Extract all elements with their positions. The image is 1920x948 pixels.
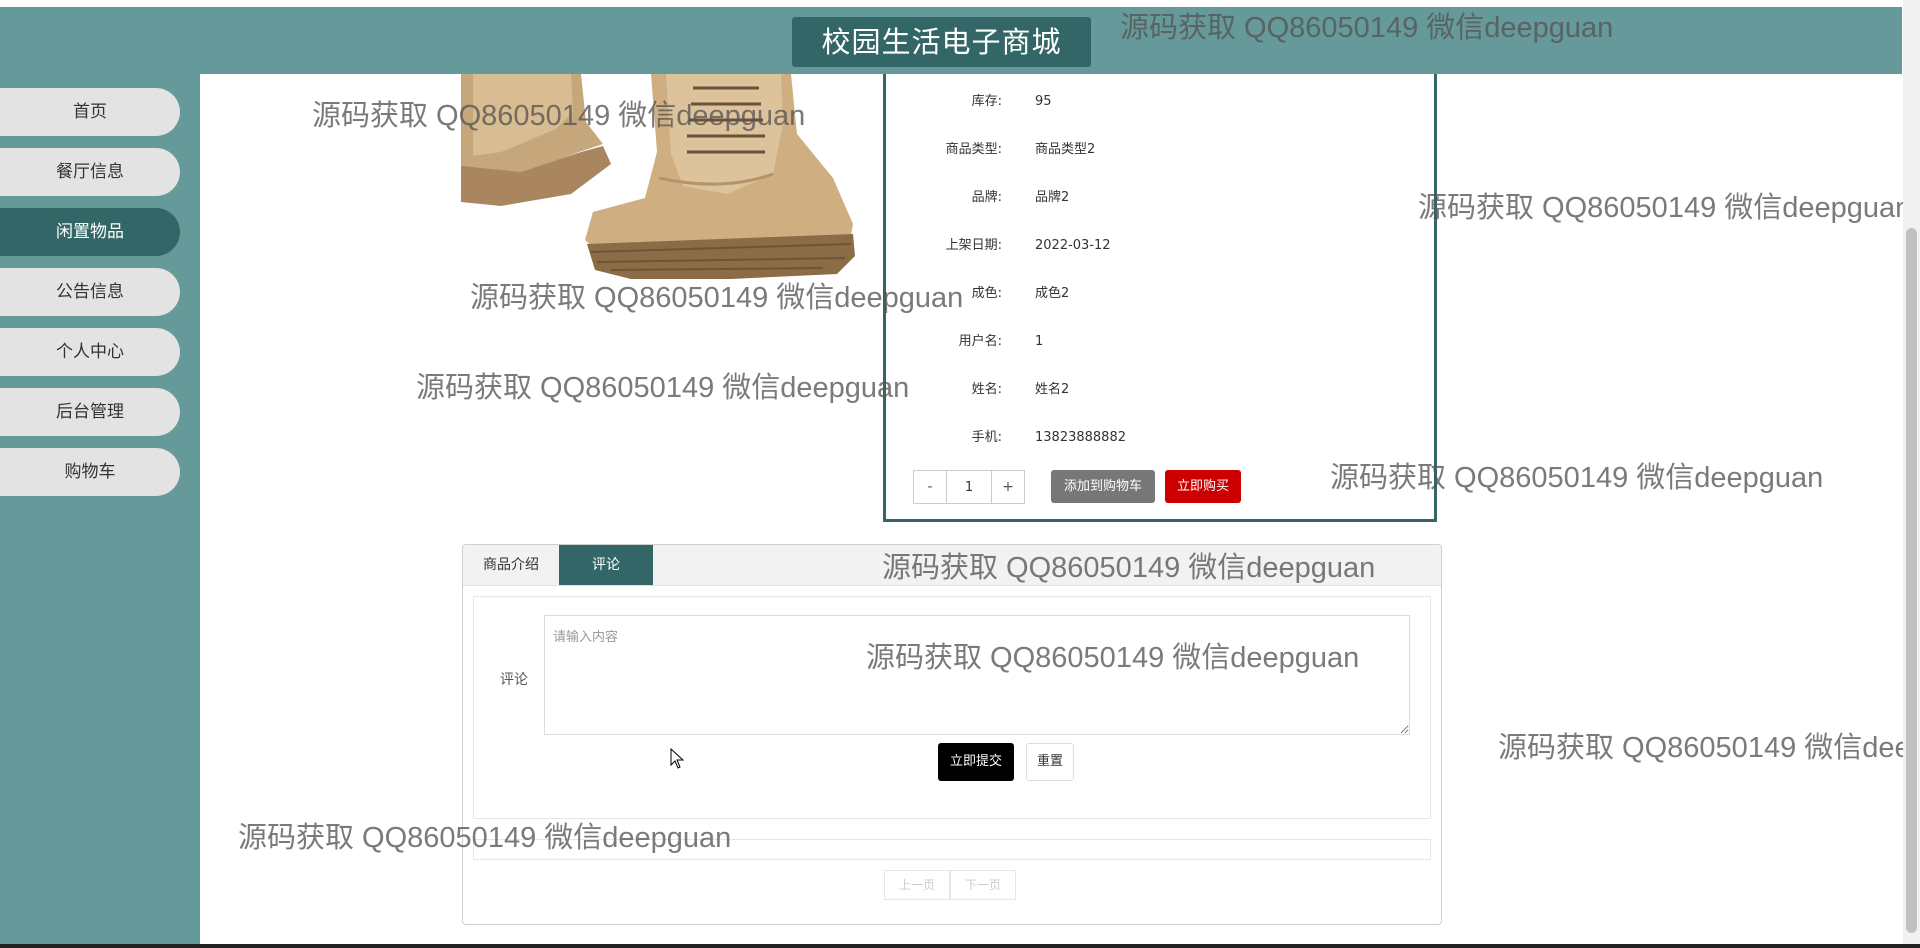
detail-value: 13823888882 bbox=[1035, 430, 1126, 445]
product-image bbox=[461, 74, 862, 279]
detail-row-brand: 品牌: 品牌2 bbox=[886, 187, 1440, 209]
detail-value: 95 bbox=[1035, 94, 1052, 109]
mouse-pointer-icon bbox=[670, 748, 684, 769]
sidebar-item-home[interactable]: 首页 bbox=[0, 88, 180, 136]
buy-now-button[interactable]: 立即购买 bbox=[1165, 470, 1241, 503]
detail-label: 商品类型: bbox=[945, 142, 1002, 157]
detail-label: 库存: bbox=[971, 94, 1002, 109]
detail-row-condition: 成色: 成色2 bbox=[886, 283, 1440, 305]
top-header: 校园生活电子商城 bbox=[0, 7, 1902, 74]
detail-value: 姓名2 bbox=[1035, 382, 1070, 397]
detail-value: 2022-03-12 bbox=[1035, 238, 1111, 253]
page-scrollbar[interactable] bbox=[1903, 0, 1920, 948]
detail-row-listing-date: 上架日期: 2022-03-12 bbox=[886, 235, 1440, 257]
detail-value: 商品类型2 bbox=[1035, 142, 1096, 157]
sidebar-item-restaurant-info[interactable]: 餐厅信息 bbox=[0, 148, 180, 196]
increment-button[interactable]: + bbox=[991, 471, 1024, 503]
tab-comments[interactable]: 评论 bbox=[559, 545, 653, 585]
detail-label: 姓名: bbox=[971, 382, 1002, 397]
sidebar-item-announcements[interactable]: 公告信息 bbox=[0, 268, 180, 316]
decrement-button[interactable]: - bbox=[914, 471, 947, 503]
detail-row-category: 商品类型: 商品类型2 bbox=[886, 139, 1440, 161]
boots-photo-icon bbox=[461, 74, 855, 279]
bottom-edge bbox=[0, 944, 1920, 948]
submit-comment-button[interactable]: 立即提交 bbox=[938, 743, 1014, 781]
scrollbar-thumb[interactable] bbox=[1906, 228, 1917, 933]
add-to-cart-button[interactable]: 添加到购物车 bbox=[1051, 470, 1155, 503]
tab-header: 商品介绍 评论 bbox=[463, 545, 1441, 586]
detail-label: 手机: bbox=[971, 430, 1002, 445]
detail-row-name: 姓名: 姓名2 bbox=[886, 379, 1440, 401]
detail-row-stock: 库存: 95 bbox=[886, 91, 1440, 113]
comment-form: 评论 立即提交 重置 bbox=[473, 596, 1431, 819]
quantity-stepper: - + bbox=[913, 470, 1025, 504]
prev-page-button[interactable]: 上一页 bbox=[884, 870, 950, 900]
comment-textarea[interactable] bbox=[544, 615, 1410, 735]
quantity-input[interactable] bbox=[947, 471, 991, 503]
sidebar-item-personal-center[interactable]: 个人中心 bbox=[0, 328, 180, 376]
detail-row-username: 用户名: 1 bbox=[886, 331, 1440, 353]
sidebar-item-idle-goods[interactable]: 闲置物品 bbox=[0, 208, 180, 256]
detail-label: 上架日期: bbox=[945, 238, 1002, 253]
detail-value: 成色2 bbox=[1035, 286, 1070, 301]
product-tabs-panel: 商品介绍 评论 评论 立即提交 重置 上一页 下一页 bbox=[462, 544, 1442, 925]
reset-button[interactable]: 重置 bbox=[1026, 743, 1074, 781]
tab-product-intro[interactable]: 商品介绍 bbox=[463, 545, 559, 585]
detail-value: 1 bbox=[1035, 334, 1044, 349]
comment-list bbox=[473, 839, 1431, 860]
detail-label: 成色: bbox=[971, 286, 1002, 301]
next-page-button[interactable]: 下一页 bbox=[950, 870, 1016, 900]
detail-label: 用户名: bbox=[958, 334, 1002, 349]
comment-field-label: 评论 bbox=[500, 672, 528, 688]
watermark-text: 源码获取 QQ86050149 微信deepguan bbox=[416, 372, 910, 404]
detail-row-phone: 手机: 13823888882 bbox=[886, 427, 1440, 449]
watermark-text: 源码获取 QQ86050149 微信deepguan bbox=[1498, 732, 1920, 764]
detail-label: 品牌: bbox=[971, 190, 1002, 205]
sidebar-nav: 首页 餐厅信息 闲置物品 公告信息 个人中心 后台管理 购物车 bbox=[0, 74, 200, 948]
watermark-text: 源码获取 QQ86050149 微信deepguan bbox=[1418, 192, 1912, 224]
product-detail-panel: 库存: 95 商品类型: 商品类型2 品牌: 品牌2 上架日期: 2022-03… bbox=[883, 74, 1437, 522]
sidebar-item-admin[interactable]: 后台管理 bbox=[0, 388, 180, 436]
detail-value: 品牌2 bbox=[1035, 190, 1070, 205]
site-title: 校园生活电子商城 bbox=[792, 17, 1091, 67]
sidebar-item-cart[interactable]: 购物车 bbox=[0, 448, 180, 496]
